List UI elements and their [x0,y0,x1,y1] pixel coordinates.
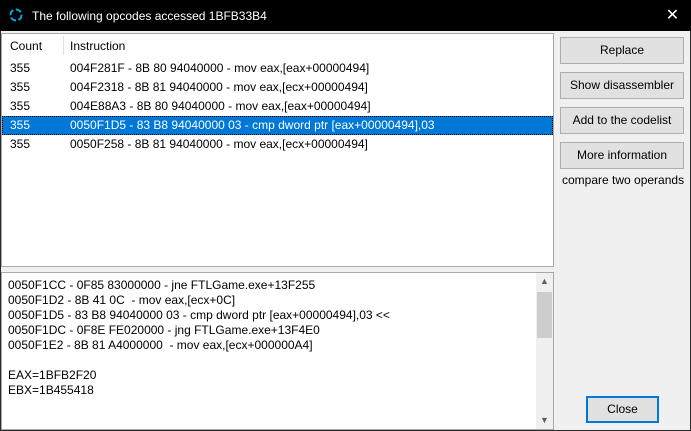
table-row[interactable]: 355 004F281F - 8B 80 94040000 - mov eax,… [2,59,553,78]
list-rows: 355 004F281F - 8B 80 94040000 - mov eax,… [2,59,553,154]
table-row[interactable]: 355 004E88A3 - 8B 80 94040000 - mov eax,… [2,97,553,116]
column-divider[interactable] [63,36,64,55]
cheat-engine-logo-icon [9,8,23,22]
list-header: Count Instruction [2,34,553,57]
disassembly-line: 0050F1D2 - 8B 41 0C - mov eax,[ecx+0C] [8,293,236,307]
disassembly-line: 0050F1CC - 0F85 83000000 - jne FTLGame.e… [8,278,316,292]
disassembly-panel[interactable]: 0050F1CC - 0F85 83000000 - jne FTLGame.e… [1,272,554,430]
disassembly-line: 0050F1D5 - 83 B8 94040000 03 - cmp dword… [8,308,390,322]
replace-button[interactable]: Replace [560,37,684,64]
disassembly-line [8,353,536,368]
add-to-codelist-button[interactable]: Add to the codelist [560,107,684,134]
disassembly-lines: 0050F1CC - 0F85 83000000 - jne FTLGame.e… [8,278,536,398]
table-row-selected[interactable]: 355 0050F1D5 - 83 B8 94040000 03 - cmp d… [2,116,553,135]
window-close-button[interactable]: ✕ [654,0,691,31]
table-row[interactable]: 355 004F2318 - 8B 81 94040000 - mov eax,… [2,78,553,97]
disassembly-line: 0050F1DC - 0F8E FE020000 - jng FTLGame.e… [8,323,320,337]
more-information-button[interactable]: More information [560,142,684,169]
scroll-down-arrow-icon[interactable]: ▼ [536,412,553,429]
show-disassembler-button[interactable]: Show disassembler [560,72,684,99]
row-count: 355 [10,137,31,151]
scroll-up-arrow-icon[interactable]: ▲ [536,273,553,290]
row-count: 355 [10,99,31,113]
vertical-scrollbar[interactable]: ▲ ▼ [536,273,553,429]
row-count: 355 [10,118,31,132]
table-row[interactable]: 355 0050F258 - 8B 81 94040000 - mov eax,… [2,135,553,154]
row-instruction: 004E88A3 - 8B 80 94040000 - mov eax,[eax… [70,99,371,113]
title-bar: The following opcodes accessed 1BFB33B4 … [0,0,691,31]
instruction-hint: compare two operands [562,173,685,187]
register-line: EAX=1BFB2F20 [8,368,97,382]
opcode-list[interactable]: Count Instruction 355 004F281F - 8B 80 9… [1,33,554,296]
row-instruction: 0050F258 - 8B 81 94040000 - mov eax,[ecx… [70,137,368,151]
row-count: 355 [10,80,31,94]
row-instruction: 0050F1D5 - 83 B8 94040000 03 - cmp dword… [70,118,435,132]
row-instruction: 004F281F - 8B 80 94040000 - mov eax,[eax… [70,61,370,75]
column-header-count[interactable]: Count [10,39,42,53]
scrollbar-thumb[interactable] [537,292,552,338]
row-count: 355 [10,61,31,75]
window-title: The following opcodes accessed 1BFB33B4 [32,9,267,23]
disassembly-line: 0050F1E2 - 8B 81 A4000000 - mov eax,[ecx… [8,338,313,352]
row-instruction: 004F2318 - 8B 81 94040000 - mov eax,[ecx… [70,80,368,94]
register-line: EBX=1B455418 [8,383,94,397]
close-button[interactable]: Close [586,396,659,423]
column-header-instruction[interactable]: Instruction [70,39,125,53]
